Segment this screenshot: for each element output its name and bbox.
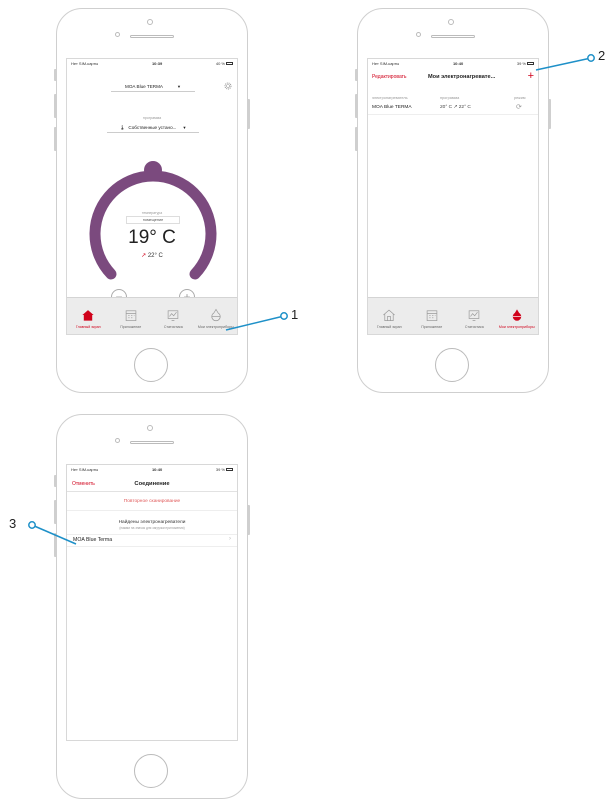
house-icon — [383, 309, 396, 321]
add-device-button[interactable]: + — [528, 70, 534, 82]
boiler-icon — [512, 309, 521, 321]
program-select[interactable]: 🌡 Собственные устано... ▼ — [107, 123, 199, 133]
tab-bar: Главный экран Приложение Статистика Мои … — [368, 297, 538, 334]
nav-bar: Редактировать Мои электронагревате... + — [368, 70, 538, 85]
column-mode: режим — [514, 96, 526, 100]
cancel-button[interactable]: Отменить — [72, 481, 95, 487]
column-program: программа — [440, 96, 460, 100]
program-label: программа — [142, 116, 162, 120]
phone-3: Нет SIM-карты 10:40 39 % Соединение Отме… — [54, 414, 250, 799]
column-heater: электронагреватель — [372, 96, 408, 100]
tab-my-devices[interactable]: Мои электроприборы — [195, 298, 238, 334]
status-bar: Нет SIM-карты 10:39 40 % — [67, 59, 237, 68]
set-temperature: ↗ 22° C — [141, 253, 163, 259]
tab-home[interactable]: Главный экран — [67, 298, 110, 334]
chevron-right-icon: › — [229, 536, 231, 542]
dial-knob — [144, 161, 162, 179]
tab-my-devices[interactable]: Мои электроприборы — [496, 298, 539, 334]
edit-button[interactable]: Редактировать — [372, 74, 407, 80]
device-name: MOA Blue TERMA — [372, 105, 412, 110]
found-hint: (нажми на значок для загрузки приложения… — [119, 526, 185, 530]
calendar-icon — [426, 310, 437, 321]
camera — [448, 19, 454, 25]
table-row[interactable]: MOA Blue TERMA 20° C ↗ 22° C ⟳ — [368, 104, 538, 115]
tab-schedule[interactable]: Приложение — [411, 298, 454, 334]
temperature-label: температура — [141, 211, 163, 215]
list-item[interactable]: MOA Blue Terma › — [67, 534, 237, 547]
chevron-down-icon: ▼ — [182, 125, 187, 130]
chart-icon — [168, 310, 179, 321]
calendar-icon — [125, 310, 136, 321]
tab-stats[interactable]: Статистика — [453, 298, 496, 334]
home-button[interactable] — [435, 348, 469, 382]
battery-icon — [526, 62, 534, 66]
found-heading: Найдены электронагреватели — [118, 520, 186, 525]
home-button[interactable] — [134, 348, 168, 382]
camera — [147, 425, 153, 431]
device-temps: 20° C ↗ 22° C — [440, 105, 471, 110]
room-box: помещение — [126, 216, 180, 224]
battery-icon — [225, 62, 233, 66]
device-name: MOA Blue Terma — [73, 537, 113, 543]
callout-2: 2 — [598, 48, 606, 63]
speaker — [130, 35, 174, 38]
phone-2: Нет SIM-карты 10:40 39 % Редактировать М… — [355, 8, 551, 393]
tab-schedule[interactable]: Приложение — [110, 298, 153, 334]
phone-1: Нет SIM-карты 10:39 40 % MOA Blue TERMA … — [54, 8, 250, 393]
status-bar: Нет SIM-карты 10:40 39 % — [67, 465, 237, 474]
chart-icon — [469, 310, 480, 321]
callout-3: 3 — [9, 516, 17, 531]
status-bar: Нет SIM-карты 10:40 39 % — [368, 59, 538, 68]
current-temperature: 19° C — [128, 227, 176, 248]
tab-home[interactable]: Главный экран — [368, 298, 411, 334]
arrow-up-icon: ↗ — [141, 253, 147, 259]
device-select[interactable]: MOA Blue TERMA ▼ — [111, 82, 195, 92]
gear-icon[interactable] — [223, 81, 233, 91]
page-title: Мои электронагревате... — [428, 74, 496, 80]
screen-home: Нет SIM-карты 10:39 40 % MOA Blue TERMA … — [66, 58, 238, 335]
nav-bar: Соединение Отменить — [67, 477, 237, 492]
callout-1: 1 — [291, 307, 299, 322]
tab-stats[interactable]: Статистика — [152, 298, 195, 334]
house-icon — [82, 310, 94, 321]
screen-my-devices: Нет SIM-карты 10:40 39 % Редактировать М… — [367, 58, 539, 335]
thermometer-icon: 🌡 — [119, 124, 126, 130]
speaker — [431, 35, 475, 38]
camera — [147, 19, 153, 25]
rescan-button[interactable]: Повторное сканирование — [67, 499, 237, 511]
tab-bar: Главный экран Приложение Статистика Мои … — [67, 297, 237, 334]
refresh-icon: ⟳ — [516, 104, 522, 111]
screen-connection: Нет SIM-карты 10:40 39 % Соединение Отме… — [66, 464, 238, 741]
chevron-down-icon: ▼ — [176, 84, 181, 89]
home-button[interactable] — [134, 754, 168, 788]
boiler-icon — [211, 308, 221, 322]
battery-icon — [225, 468, 233, 472]
speaker — [130, 441, 174, 444]
